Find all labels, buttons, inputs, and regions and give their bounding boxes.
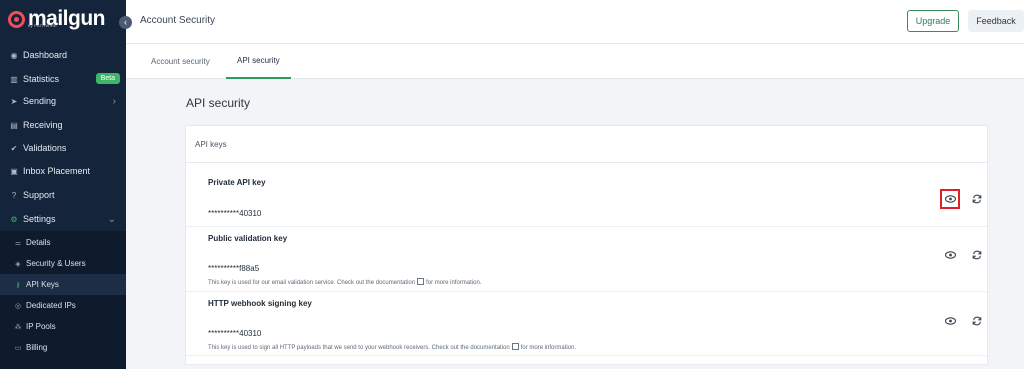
help-text-before: This key is used to sign all HTTP payloa…: [208, 345, 510, 351]
placement-icon: ▣: [10, 166, 18, 176]
section-title: API security: [186, 96, 251, 110]
sidebar-item-inbox-placement[interactable]: ▣ Inbox Placement: [0, 160, 126, 182]
collapse-sidebar-button[interactable]: ‹: [119, 16, 132, 29]
sidebar-item-label: Inbox Placement: [23, 166, 91, 176]
subnav-item-label: Security & Users: [26, 259, 86, 268]
key-row-webhook-signing: HTTP webhook signing key **********40310…: [186, 292, 987, 356]
page-title: Account Security: [140, 15, 216, 26]
header: Account Security Upgrade Feedback: [126, 0, 1024, 44]
key-value: **********40310: [208, 209, 262, 218]
tab-account-security[interactable]: Account security: [151, 44, 210, 79]
feedback-button[interactable]: Feedback: [968, 10, 1024, 32]
subnav-item-details[interactable]: ⚌ Details: [0, 232, 126, 253]
eye-icon: [944, 251, 956, 259]
subnav-item-label: Billing: [26, 343, 48, 352]
rotate-key-button[interactable]: [969, 247, 985, 263]
external-link-icon[interactable]: [511, 343, 519, 350]
card-title: API keys: [195, 140, 227, 149]
upgrade-button[interactable]: Upgrade: [907, 10, 959, 32]
key-row-public-validation: Public validation key **********f88a5 Th…: [186, 227, 987, 292]
sidebar-item-dashboard[interactable]: ◉ Dashboard: [0, 44, 126, 66]
dashboard-icon: ◉: [10, 50, 18, 60]
rotate-key-button[interactable]: [969, 313, 985, 329]
sidebar-item-label: Statistics: [23, 74, 60, 84]
brand-byline: by PATHWIRE: [28, 23, 58, 28]
subnav-item-ip-pools[interactable]: ⁂ IP Pools: [0, 316, 126, 337]
eye-icon: [944, 317, 956, 325]
sidebar-item-label: Receiving: [23, 120, 63, 130]
tab-api-security[interactable]: API security: [226, 44, 291, 79]
key-value: **********40310: [208, 329, 262, 338]
reveal-key-button[interactable]: [940, 189, 960, 209]
target-icon: ◎: [14, 302, 22, 310]
sidebar-item-label: Support: [23, 190, 55, 200]
eye-icon: [944, 195, 956, 203]
sidebar-item-validations[interactable]: ✔ Validations: [0, 137, 126, 159]
subnav-item-dedicated-ips[interactable]: ◎ Dedicated IPs: [0, 295, 126, 316]
key-name: Public validation key: [208, 234, 288, 243]
subnav-item-label: Dedicated IPs: [26, 301, 76, 310]
sidebar-item-label: Validations: [23, 143, 67, 153]
inbox-icon: ▤: [10, 120, 18, 130]
refresh-icon: [972, 250, 982, 260]
beta-badge: Beta: [95, 73, 120, 84]
reveal-key-button[interactable]: [942, 247, 958, 263]
help-text-after: for more information.: [520, 345, 577, 351]
pool-icon: ⁂: [14, 323, 22, 331]
key-name: Private API key: [208, 178, 266, 187]
sidebar-item-sending[interactable]: ➤ Sending ›: [0, 90, 126, 112]
key-help-text: This key is used to sign all HTTP payloa…: [208, 342, 576, 351]
help-text-after: for more information.: [426, 280, 482, 286]
external-link-icon[interactable]: [417, 278, 425, 285]
sidebar-item-label: Dashboard: [23, 50, 68, 60]
sidebar-item-support[interactable]: ? Support: [0, 184, 126, 206]
subnav-item-security-users[interactable]: ◈ Security & Users: [0, 253, 126, 274]
sidebar-item-settings[interactable]: ⚙ Settings ⌄: [0, 208, 126, 230]
tab-bar: Account security API security: [126, 44, 1024, 79]
sidebar-item-label: Sending: [23, 96, 57, 106]
gear-icon: ⚙: [10, 214, 18, 224]
sliders-icon: ⚌: [14, 239, 22, 247]
mailgun-logo-icon: [8, 11, 25, 28]
key-row-private: Private API key **********40310: [186, 164, 987, 227]
card-header: API keys: [186, 126, 987, 163]
sidebar-item-statistics[interactable]: ▥ Statistics Beta: [0, 68, 126, 90]
refresh-icon: [972, 194, 982, 204]
settings-subnav: ⚌ Details ◈ Security & Users ⚷ API Keys …: [0, 231, 126, 369]
shield-icon: ◈: [15, 260, 21, 268]
check-user-icon: ✔: [10, 143, 18, 153]
reveal-key-button[interactable]: [942, 313, 958, 329]
send-icon: ➤: [10, 96, 18, 106]
subnav-item-billing[interactable]: ▭ Billing: [0, 337, 126, 358]
chevron-right-icon: ›: [112, 95, 116, 107]
key-name: HTTP webhook signing key: [208, 299, 312, 308]
subnav-item-label: Details: [26, 238, 51, 247]
rotate-key-button[interactable]: [969, 191, 985, 207]
bar-chart-icon: ▥: [10, 74, 18, 84]
billing-icon: ▭: [14, 344, 22, 352]
support-icon: ?: [11, 190, 17, 200]
subnav-item-label: IP Pools: [26, 322, 56, 331]
key-value: **********f88a5: [208, 264, 260, 273]
key-icon: ⚷: [15, 281, 21, 289]
key-help-text: This key is used for our email validatio…: [208, 277, 481, 286]
sidebar-item-receiving[interactable]: ▤ Receiving: [0, 114, 126, 136]
sidebar: mailgun by PATHWIRE ◉ Dashboard ▥ Statis…: [0, 0, 126, 369]
chevron-down-icon: ⌄: [107, 213, 116, 225]
sidebar-item-label: Settings: [23, 214, 56, 224]
api-keys-card: API keys Private API key **********40310…: [185, 125, 988, 365]
help-text-before: This key is used for our email validatio…: [208, 280, 416, 286]
refresh-icon: [972, 316, 982, 326]
subnav-item-label: API Keys: [26, 280, 59, 289]
subnav-item-api-keys[interactable]: ⚷ API Keys: [0, 274, 126, 295]
